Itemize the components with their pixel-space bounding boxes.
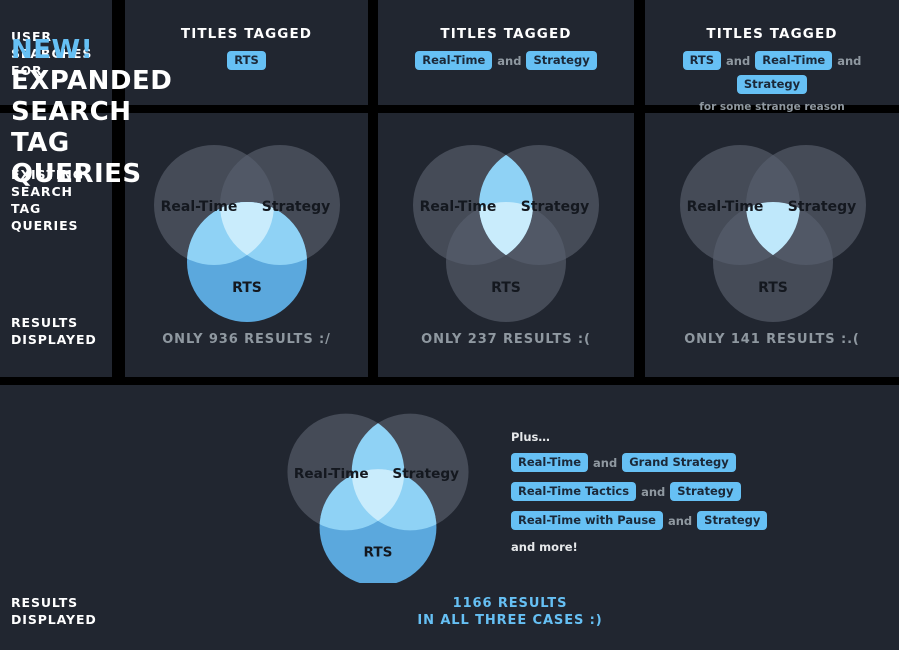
header-title-col-3: Titles Tagged [706, 26, 838, 42]
header-tags-col-2: Real-Time and Strategy [378, 51, 634, 70]
header-tags-col-3: RTS and Real-Time and Strategy [645, 51, 899, 94]
tag-real-time[interactable]: Real-Time [511, 453, 589, 472]
headline-line-search: Search [11, 97, 132, 127]
tag-real-time-with-pause[interactable]: Real-Time with Pause [511, 511, 663, 530]
header-content-col-3: Titles Tagged RTS and Real-Time and Stra… [645, 26, 899, 113]
venn-svg-bottom: Real-Time Strategy RTS [287, 413, 469, 583]
venn-svg-col-1: Real-Time Strategy RTS [154, 145, 340, 322]
venn-diagram-col-2: Real-Time Strategy RTS [400, 129, 612, 329]
tag-strategy[interactable]: Strategy [526, 51, 597, 70]
venn-label-rts: RTS [232, 280, 262, 296]
final-results-caption: 1166 Results In All Three Cases :) [417, 596, 603, 628]
tag-strategy[interactable]: Strategy [697, 511, 768, 530]
venn-label-strategy: Strategy [262, 199, 330, 215]
tag-strategy[interactable]: Strategy [670, 482, 741, 501]
tag-rts[interactable]: RTS [227, 51, 266, 70]
header-title-col-2: Titles Tagged [440, 26, 572, 42]
headline-line-expanded: Expanded [11, 66, 173, 96]
tag-real-time[interactable]: Real-Time [415, 51, 493, 70]
conjunction-and: and [641, 484, 666, 499]
plus-query-row: Real-Time and Grand Strategy [511, 453, 891, 472]
venn-label-real-time: Real-Time [161, 199, 238, 215]
venn-label-rts: RTS [491, 280, 521, 296]
venn-label-rts: RTS [758, 280, 788, 296]
header-panel-col-2: Titles Tagged Real-Time and Strategy [378, 0, 634, 105]
venn-label-real-time: Real-Time [294, 466, 369, 482]
plus-query-row: Real-Time with Pause and Strategy [511, 511, 891, 530]
headline-line-tag: Tag [11, 128, 70, 158]
conjunction-and: and [497, 53, 522, 68]
venn-diagram-col-1: Real-Time Strategy RTS [141, 129, 353, 329]
venn-label-strategy: Strategy [788, 199, 856, 215]
conjunction-and: and [837, 53, 862, 68]
row-label-results-displayed-text: Results Displayed [11, 315, 97, 347]
conjunction-and: and [667, 513, 693, 528]
venn-panel-col-3: Real-Time Strategy RTS Only 141 Results … [645, 113, 899, 377]
venn-svg-col-2: Real-Time Strategy RTS [413, 145, 599, 322]
conjunction-and: and [726, 53, 751, 68]
venn-label-strategy: Strategy [521, 199, 589, 215]
headline-line-queries: Queries [11, 159, 142, 189]
results-caption-col-3: Only 141 Results :.( [684, 332, 860, 347]
header-panel-col-3: Titles Tagged RTS and Real-Time and Stra… [645, 0, 899, 113]
header-content-col-2: Titles Tagged Real-Time and Strategy [378, 26, 634, 70]
plus-and-more: and more! [511, 540, 578, 554]
tag-rts[interactable]: RTS [682, 51, 722, 70]
venn-label-real-time: Real-Time [420, 199, 497, 215]
plus-query-row: Real-Time Tactics and Strategy [511, 482, 891, 501]
venn-panel-col-2: Real-Time Strategy RTS Only 237 Results … [378, 113, 634, 377]
venn-diagram-bottom: Real-Time Strategy RTS [272, 398, 484, 583]
plus-title: Plus… [511, 430, 550, 444]
tag-real-time-tactics[interactable]: Real-Time Tactics [511, 482, 637, 501]
headline-line-new: New! [11, 35, 94, 65]
tag-grand-strategy[interactable]: Grand Strategy [622, 453, 736, 472]
plus-queries-block: Plus… Real-Time and Grand Strategy Real-… [511, 430, 891, 554]
tag-real-time[interactable]: Real-Time [755, 51, 833, 70]
bottom-results-displayed-label: Results Displayed [11, 595, 97, 627]
venn-label-strategy: Strategy [392, 466, 459, 482]
results-caption-col-1: Only 936 Results :/ [162, 332, 331, 347]
results-caption-col-2: Only 237 Results :( [421, 332, 591, 347]
venn-svg-col-3: Real-Time Strategy RTS [680, 145, 866, 322]
conjunction-and: and [593, 455, 618, 470]
header-note-col-3: for some strange reason [699, 101, 845, 113]
tag-strategy[interactable]: Strategy [736, 75, 808, 94]
venn-label-real-time: Real-Time [687, 199, 764, 215]
venn-diagram-col-3: Real-Time Strategy RTS [667, 129, 879, 329]
venn-label-rts: RTS [364, 545, 393, 561]
infographic-root: User Searches For Titles Tagged RTS Titl… [0, 0, 899, 650]
expanded-headline: New! Expanded Search Tag Queries [11, 35, 172, 190]
